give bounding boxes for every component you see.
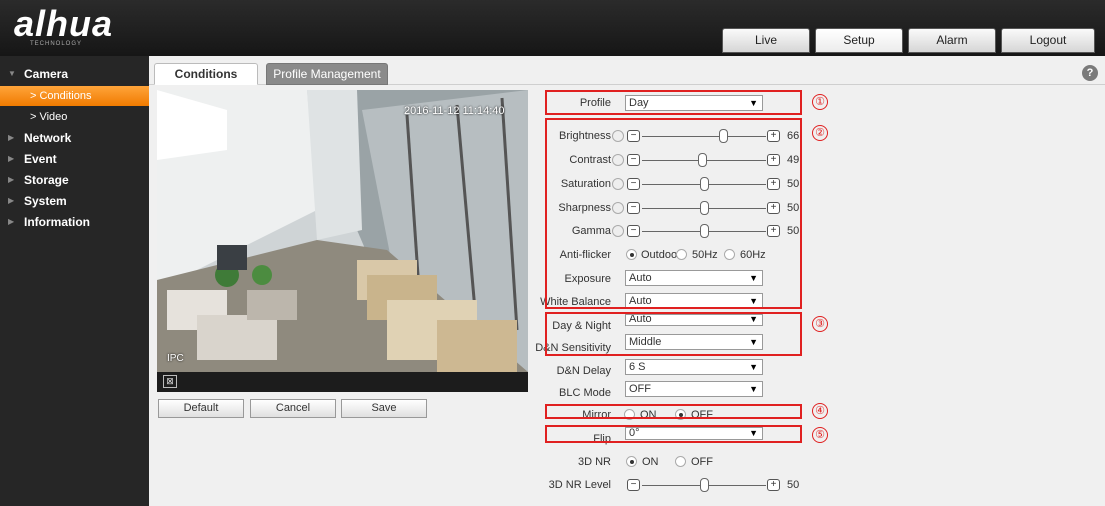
nr3d-on-radio[interactable] bbox=[626, 456, 637, 467]
sidebar-item-event[interactable]: ▶ Event bbox=[0, 149, 149, 169]
expanded-triangle-icon: ▼ bbox=[8, 69, 16, 78]
dn-delay-label: D&N Delay bbox=[556, 365, 611, 377]
highlight-box-1 bbox=[545, 90, 802, 115]
video-preview: 2016-11-12 11:14:40 IPC ⊠ bbox=[157, 90, 528, 392]
nr3d-level-label: 3D NR Level bbox=[548, 479, 611, 491]
default-button[interactable]: Default bbox=[158, 399, 244, 418]
sidebar-item-label: System bbox=[24, 194, 67, 208]
save-button[interactable]: Save bbox=[341, 399, 427, 418]
annotation-number-3: ③ bbox=[812, 316, 828, 332]
osd-camera-name: IPC bbox=[167, 353, 184, 364]
nr3d-level-slider-handle[interactable] bbox=[699, 478, 709, 492]
annotation-number-4: ④ bbox=[812, 403, 828, 419]
blc-mode-select[interactable]: OFF ▼ bbox=[625, 381, 763, 397]
nr3d-off-radio[interactable] bbox=[675, 456, 686, 467]
nr3d-level-minus-button[interactable]: − bbox=[627, 479, 640, 491]
help-icon[interactable]: ? bbox=[1082, 65, 1098, 81]
highlight-box-2 bbox=[545, 118, 802, 309]
top-tab-live[interactable]: Live bbox=[722, 28, 810, 53]
brand-logo-subtitle: TECHNOLOGY bbox=[30, 41, 83, 47]
cancel-button[interactable]: Cancel bbox=[250, 399, 336, 418]
annotation-number-2: ② bbox=[812, 125, 828, 141]
video-toolbar: ⊠ bbox=[157, 372, 528, 392]
office-scene-image bbox=[157, 90, 528, 372]
sidebar-item-conditions[interactable]: > Conditions bbox=[0, 86, 149, 106]
dropdown-arrow-icon: ▼ bbox=[749, 362, 758, 372]
tab-profile-management[interactable]: Profile Management bbox=[266, 63, 388, 85]
nr3d-level-value: 50 bbox=[787, 479, 800, 491]
top-tab-alarm[interactable]: Alarm bbox=[908, 28, 996, 53]
nr3d-level-plus-button[interactable]: + bbox=[767, 479, 780, 491]
sidebar-item-storage[interactable]: ▶ Storage bbox=[0, 170, 149, 190]
sidebar-item-label: Storage bbox=[24, 173, 69, 187]
nr3d-label: 3D NR bbox=[577, 456, 611, 468]
annotation-number-1: ① bbox=[812, 94, 828, 110]
sidebar-item-label: Event bbox=[24, 152, 57, 166]
annotation-number-5: ⑤ bbox=[812, 427, 828, 443]
fullscreen-icon[interactable]: ⊠ bbox=[163, 375, 177, 388]
sidebar-item-label: Network bbox=[24, 131, 72, 145]
collapsed-triangle-icon: ▶ bbox=[8, 133, 15, 142]
sidebar-item-video[interactable]: > Video bbox=[0, 107, 149, 127]
blc-mode-value: OFF bbox=[629, 383, 651, 395]
highlight-box-5 bbox=[545, 425, 802, 443]
osd-timestamp: 2016-11-12 11:14:40 bbox=[404, 105, 505, 117]
dropdown-arrow-icon: ▼ bbox=[749, 384, 758, 394]
blc-mode-label: BLC Mode bbox=[559, 387, 611, 399]
collapsed-triangle-icon: ▶ bbox=[8, 175, 15, 184]
sidebar-item-system[interactable]: ▶ System bbox=[0, 191, 149, 211]
highlight-box-3 bbox=[545, 312, 802, 356]
collapsed-triangle-icon: ▶ bbox=[8, 217, 15, 226]
nr3d-off-label: OFF bbox=[691, 456, 713, 468]
sidebar-item-label: Information bbox=[24, 215, 90, 229]
highlight-box-4 bbox=[545, 404, 802, 419]
sidebar-item-camera[interactable]: ▼ Camera bbox=[0, 64, 149, 84]
top-tab-logout[interactable]: Logout bbox=[1001, 28, 1095, 53]
nr3d-on-label: ON bbox=[642, 456, 659, 468]
tab-conditions[interactable]: Conditions bbox=[154, 63, 258, 85]
sidebar-item-label: Camera bbox=[24, 67, 69, 81]
brand-logo: alhua bbox=[14, 3, 114, 44]
dn-delay-value: 6 S bbox=[629, 361, 646, 373]
dn-delay-select[interactable]: 6 S ▼ bbox=[625, 359, 763, 375]
sidebar-item-network[interactable]: ▶ Network bbox=[0, 128, 149, 148]
sidebar-item-information[interactable]: ▶ Information bbox=[0, 212, 149, 232]
collapsed-triangle-icon: ▶ bbox=[8, 154, 15, 163]
top-tab-setup[interactable]: Setup bbox=[815, 28, 903, 53]
collapsed-triangle-icon: ▶ bbox=[8, 196, 15, 205]
